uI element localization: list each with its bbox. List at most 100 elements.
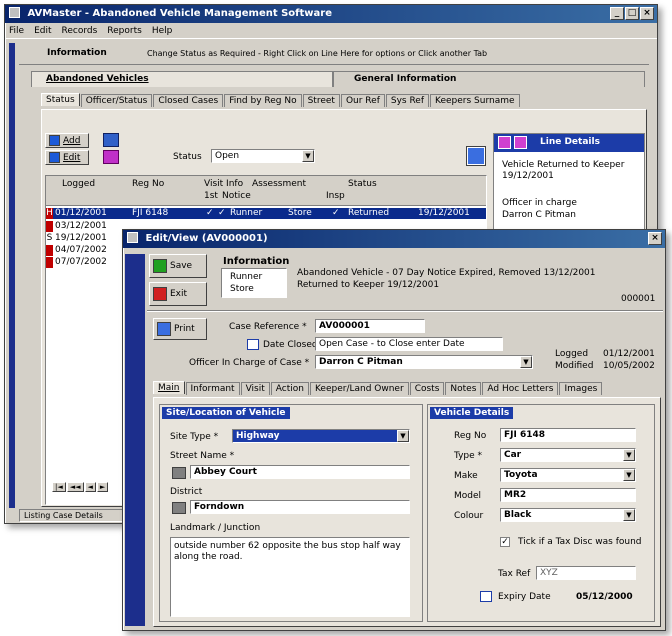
col-reg-no[interactable]: Reg No (132, 179, 164, 189)
street-lookup-icon[interactable] (172, 467, 186, 479)
row-status-date: 19/12/2001 (418, 208, 470, 218)
make-select[interactable]: Toyota ▼ (500, 468, 636, 482)
row-assessment: Runner (230, 208, 263, 218)
district-input[interactable]: Forndown (190, 500, 410, 514)
colour-select[interactable]: Black ▼ (500, 508, 636, 522)
maximize-button[interactable]: □ (625, 7, 639, 20)
landmark-textarea[interactable]: outside number 62 opposite the bus stop … (170, 537, 410, 617)
reg-input[interactable]: FJI 6148 (500, 428, 636, 442)
site-section-title: Site/Location of Vehicle (162, 407, 290, 419)
site-section: Site/Location of Vehicle Site Type * Hig… (159, 404, 423, 622)
menu-reports[interactable]: Reports (107, 23, 142, 38)
subtab-our-ref[interactable]: Our Ref (340, 94, 385, 107)
edit-button-label: Edit (63, 152, 81, 163)
prev-record-button[interactable]: ◄ (84, 482, 96, 492)
info-strip: Information Change Status as Required - … (19, 43, 649, 65)
line-details-officer-name: Darron C Pitman (502, 210, 576, 220)
col-assessment[interactable]: Assessment (252, 179, 306, 189)
menu-records[interactable]: Records (62, 23, 98, 38)
tab-visit[interactable]: Visit (240, 382, 270, 395)
menu-help[interactable]: Help (152, 23, 173, 38)
subtab-closed-cases[interactable]: Closed Cases (153, 94, 224, 107)
refresh-icon[interactable] (466, 146, 486, 166)
tab-costs[interactable]: Costs (409, 382, 445, 395)
type-select[interactable]: Car ▼ (500, 448, 636, 462)
line-details-title: Line Details (540, 137, 600, 147)
print-button[interactable]: Print (153, 318, 207, 340)
district-lookup-icon[interactable] (172, 502, 186, 514)
info-text: Change Status as Required - Right Click … (147, 49, 488, 58)
edit-button[interactable]: Edit (45, 150, 89, 165)
print-icon[interactable] (103, 150, 119, 164)
tab-general-information-label: General Information (354, 74, 457, 84)
add-button[interactable]: Add (45, 133, 89, 148)
expiry-value: 05/12/2000 (576, 592, 633, 602)
subtab-status[interactable]: Status (41, 93, 80, 106)
status-filter-value: Open (215, 151, 240, 161)
edit-info-label: Information (223, 256, 290, 267)
model-input[interactable]: MR2 (500, 488, 636, 502)
site-type-select[interactable]: Highway ▼ (232, 429, 410, 443)
row-date: 19/12/2001 (55, 233, 107, 243)
row-check-insp: ✓ (332, 208, 340, 218)
street-input[interactable]: Abbey Court (190, 465, 410, 479)
tab-notes[interactable]: Notes (445, 382, 482, 395)
exit-button[interactable]: Exit (149, 282, 207, 306)
subtab-officer-status[interactable]: Officer/Status (80, 94, 153, 107)
menu-edit[interactable]: Edit (34, 23, 51, 38)
prev-page-button[interactable]: ◄◄ (66, 482, 84, 492)
subtab-keepers-surname[interactable]: Keepers Surname (430, 94, 520, 107)
menu-file[interactable]: File (9, 23, 24, 38)
save-disk-icon[interactable] (103, 133, 119, 147)
col-1st: 1st (204, 191, 218, 201)
case-ref-input[interactable]: AV000001 (315, 319, 425, 333)
tab-images[interactable]: Images (559, 382, 603, 395)
officer-label: Officer In Charge of Case * (189, 358, 310, 368)
edit-close-button[interactable]: × (648, 232, 662, 245)
tab-keeper-land-owner[interactable]: Keeper/Land Owner (309, 382, 409, 395)
tab-action[interactable]: Action (270, 382, 309, 395)
subtab-street[interactable]: Street (302, 94, 340, 107)
row-status: Returned (348, 208, 390, 218)
date-closed-value: Open Case - to Close enter Date (319, 339, 465, 349)
save-button[interactable]: Save (149, 254, 207, 278)
officer-select[interactable]: Darron C Pitman ▼ (315, 355, 533, 369)
col-visit-info[interactable]: Visit Info (204, 179, 243, 189)
date-closed-label: Date Closed (263, 340, 318, 350)
tab-ad-hoc-letters[interactable]: Ad Hoc Letters (482, 382, 559, 395)
row-flag (46, 221, 53, 232)
next-record-button[interactable]: ► (96, 482, 109, 492)
modified-label: Modified (555, 361, 594, 371)
minimize-button[interactable]: _ (610, 7, 624, 20)
tab-abandoned-vehicles[interactable]: Abandoned Vehicles (31, 71, 333, 87)
tab-general-information[interactable]: General Information (333, 71, 645, 87)
col-logged[interactable]: Logged (62, 179, 95, 189)
expiry-calendar-icon[interactable] (480, 591, 492, 602)
table-row-selected[interactable]: H 01/12/2001 FJI 6148 ✓ ✓ Runner Store ✓… (46, 208, 486, 219)
model-label: Model (454, 491, 482, 501)
row-flag (46, 245, 53, 256)
line-details-header: Line Details (494, 134, 644, 152)
edit-title-bar[interactable]: Edit/View (AV000001) × (123, 230, 665, 248)
chevron-down-icon: ▼ (520, 356, 532, 368)
taxdisc-checkbox[interactable]: ✓ (500, 537, 510, 547)
edit-window-icon (127, 232, 138, 243)
tab-abandoned-vehicles-label: Abandoned Vehicles (46, 74, 149, 84)
case-ref-value: AV000001 (319, 321, 370, 331)
first-record-button[interactable]: |◄ (52, 482, 66, 492)
main-title-bar[interactable]: AVMaster - Abandoned Vehicle Management … (5, 5, 657, 23)
site-type-label: Site Type * (170, 432, 219, 442)
status-filter-select[interactable]: Open ▼ (211, 149, 315, 163)
assessment-store: Store (230, 284, 254, 294)
close-button[interactable]: × (640, 7, 654, 20)
tab-informant[interactable]: Informant (185, 382, 240, 395)
row-date: 07/07/2002 (55, 257, 107, 267)
taxref-input[interactable]: XYZ (536, 566, 636, 580)
col-status[interactable]: Status (348, 179, 377, 189)
subtab-find-by-reg[interactable]: Find by Reg No (224, 94, 302, 107)
calendar-icon[interactable] (247, 339, 259, 350)
chevron-down-icon: ▼ (302, 150, 314, 162)
subtab-sys-ref[interactable]: Sys Ref (385, 94, 430, 107)
tab-main[interactable]: Main (153, 381, 185, 394)
date-closed-input[interactable]: Open Case - to Close enter Date (315, 337, 503, 351)
